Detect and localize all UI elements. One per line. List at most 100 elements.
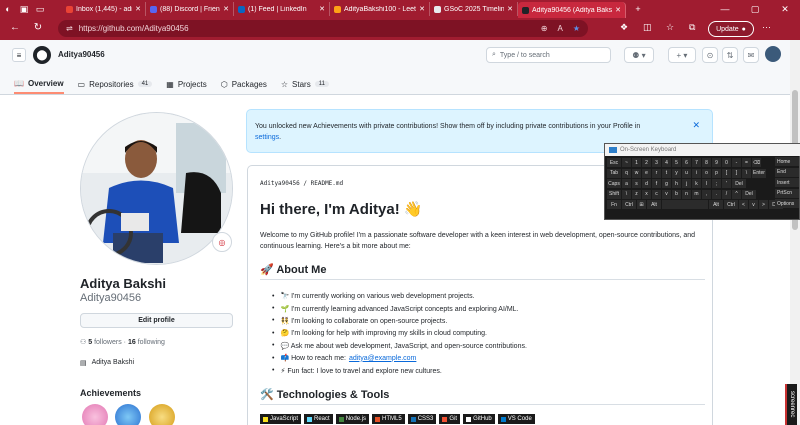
email-link[interactable]: aditya@example.com	[349, 355, 416, 362]
osk-key[interactable]: w	[632, 168, 641, 178]
achievement-yolo-icon[interactable]	[115, 404, 141, 425]
more-icon[interactable]: ···	[762, 22, 771, 32]
header-username[interactable]: Aditya90456	[58, 50, 105, 59]
address-bar[interactable]: ⇌ https://github.com/Aditya90456 ⊕ A ★	[58, 20, 588, 37]
osk-key[interactable]: 5	[672, 158, 681, 167]
favorite-star-icon[interactable]: ★	[573, 24, 580, 33]
osk-key[interactable]: ~	[622, 158, 631, 167]
tech-badge[interactable]: Git	[439, 414, 461, 424]
osk-key[interactable]: Del	[742, 189, 756, 199]
osk-key[interactable]: y	[672, 168, 681, 178]
tab-repositories[interactable]: ▭ Repositories 41	[78, 74, 153, 94]
profile-avatar[interactable]	[80, 112, 233, 265]
close-tab-icon[interactable]: ✕	[419, 5, 425, 13]
osk-key[interactable]: Enter	[752, 168, 766, 178]
osk-key[interactable]: 3	[652, 158, 661, 167]
close-tab-icon[interactable]: ✕	[223, 5, 229, 13]
screen-recorder-tab[interactable]: screenrec	[785, 384, 797, 425]
osk-key[interactable]: l	[702, 179, 711, 188]
osk-key[interactable]: x	[642, 189, 651, 199]
osk-key[interactable]: -	[732, 158, 741, 167]
osk-key[interactable]: m	[692, 189, 701, 199]
tech-badge[interactable]: React	[304, 414, 333, 424]
browser-tab[interactable]: (1) Feed | LinkedIn ✕	[234, 2, 330, 16]
osk-key[interactable]: \	[742, 168, 751, 178]
osk-key[interactable]: ,	[702, 189, 711, 199]
osk-key[interactable]: =	[742, 158, 751, 167]
osk-key[interactable]: p	[712, 168, 721, 178]
osk-key[interactable]: \	[622, 189, 631, 199]
osk-key[interactable]: z	[632, 189, 641, 199]
osk-key[interactable]: o	[702, 168, 711, 178]
workspaces-icon[interactable]: ▣	[16, 0, 32, 18]
extensions-icon[interactable]: ❖	[620, 22, 628, 33]
osk-key[interactable]: a	[622, 179, 631, 188]
update-button[interactable]: Update ●	[708, 21, 754, 37]
osk-key[interactable]: i	[692, 168, 701, 178]
osk-key[interactable]: [	[722, 168, 731, 178]
edit-profile-button[interactable]: Edit profile	[80, 313, 233, 328]
osk-key[interactable]: c	[652, 189, 661, 199]
osk-key[interactable]: Ctrl	[724, 200, 738, 209]
osk-key[interactable]: 8	[702, 158, 711, 167]
close-tab-icon[interactable]: ✕	[319, 5, 325, 13]
osk-key[interactable]: n	[682, 189, 691, 199]
osk-key[interactable]: 9	[712, 158, 721, 167]
osk-key[interactable]: ^	[732, 189, 741, 199]
issues-icon[interactable]: ⊙	[702, 47, 718, 63]
close-icon[interactable]: ✕	[692, 120, 700, 131]
osk-key[interactable]: Esc	[607, 158, 621, 167]
osk-key[interactable]: u	[682, 168, 691, 178]
maximize-button[interactable]: ▢	[740, 4, 770, 15]
tab-projects[interactable]: ▦ Projects	[166, 74, 206, 94]
osk-key[interactable]: ;	[712, 179, 721, 188]
followers-link[interactable]: 5 followers	[88, 339, 121, 346]
back-icon[interactable]: ←	[5, 22, 25, 33]
osk-key[interactable]: /	[722, 189, 731, 199]
tech-badge[interactable]: HTML5	[372, 414, 405, 424]
osk-key[interactable]: Alt	[709, 200, 723, 209]
osk-title-bar[interactable]: On-Screen Keyboard	[605, 144, 800, 156]
tech-badge[interactable]: CSS3	[407, 414, 437, 424]
osk-key[interactable]: Alt	[647, 200, 661, 209]
set-status-button[interactable]: ◎	[212, 232, 232, 252]
tab-overview[interactable]: 📖 Overview	[14, 74, 64, 94]
osk-side-key[interactable]: Options	[775, 199, 799, 208]
tab-actions-icon[interactable]: ▭	[32, 0, 48, 18]
osk-key[interactable]: 1	[632, 158, 641, 167]
osk-key[interactable]: j	[682, 179, 691, 188]
osk-key[interactable]: v	[662, 189, 671, 199]
copilot-button[interactable]: ⚉ ▾	[624, 47, 654, 63]
achievement-pull-shark-icon[interactable]	[82, 404, 108, 425]
read-aloud-icon[interactable]: A	[557, 24, 562, 33]
zoom-icon[interactable]: ⊕	[541, 24, 548, 33]
tech-badge[interactable]: Node.js	[335, 414, 370, 424]
osk-key[interactable]: 2	[642, 158, 651, 167]
tech-badge[interactable]: VS Code	[497, 414, 535, 424]
browser-tab[interactable]: AdityaBakshi100 - LeetCo✕	[330, 2, 430, 16]
browser-tab[interactable]: Aditya90456 (Aditya Baks ✕	[518, 2, 626, 18]
osk-key[interactable]: 0	[722, 158, 731, 167]
minimize-button[interactable]: —	[710, 4, 740, 15]
github-logo-icon[interactable]: ⬤	[33, 46, 51, 64]
settings-link[interactable]: settings	[255, 134, 279, 141]
osk-key[interactable]: Tab	[607, 168, 621, 178]
osk-key[interactable]: 7	[692, 158, 701, 167]
osk-side-key[interactable]: Home	[775, 157, 799, 166]
close-tab-icon[interactable]: ✕	[135, 5, 141, 13]
following-link[interactable]: 16 following	[128, 339, 165, 346]
osk-key[interactable]: Ctrl	[622, 200, 636, 209]
osk-key[interactable]: d	[642, 179, 651, 188]
osk-side-key[interactable]: Insert	[775, 178, 799, 187]
osk-key[interactable]: <	[739, 200, 748, 209]
search-input[interactable]: ⌕ Type / to search	[486, 47, 611, 63]
osk-key[interactable]: b	[672, 189, 681, 199]
close-tab-icon[interactable]: ✕	[615, 6, 621, 14]
browser-tab[interactable]: GSoC 2025 Timeline ✕	[430, 2, 518, 16]
osk-key[interactable]: h	[672, 179, 681, 188]
osk-key[interactable]: e	[642, 168, 651, 178]
close-window-button[interactable]: ✕	[770, 4, 800, 15]
osk-key[interactable]: ⌫	[752, 158, 761, 167]
pull-requests-icon[interactable]: ⇅	[722, 47, 738, 63]
menu-icon[interactable]: ≡	[12, 48, 26, 62]
